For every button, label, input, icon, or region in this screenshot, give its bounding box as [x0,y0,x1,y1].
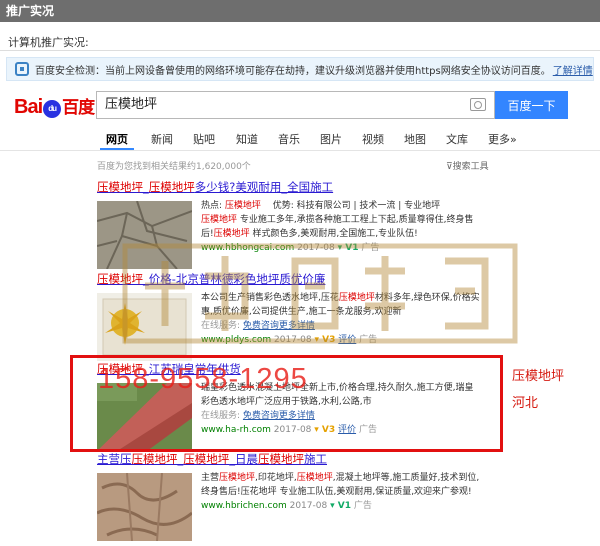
caption: 计算机推广实况: [8,36,89,49]
keyword-highlight: 压模地坪 [213,229,250,239]
result-item: 压模地坪_压模地坪多少钱?美观耐用_全国施工 热点: 压模地坪 优势: 科技有限… [97,179,507,275]
result-date: 2017-08 [289,501,328,511]
keyword-highlight: 压模地坪 [258,452,304,466]
keyword-highlight: 压模地坪 [219,473,256,483]
phone-overlay: 158-9558-1295 [98,363,308,395]
result-item: 压模地坪_价格-北京普林德彩色地坪质优价廉 本公司生产销售彩色透水地坪,压花压模… [97,271,507,367]
tab-tieba[interactable]: 贴吧 [193,131,215,147]
snippet-line: 惠,质优价廉,公司提供生产,施工一条龙服务,欢迎新 [201,307,402,317]
tab-wenku[interactable]: 文库 [446,131,468,147]
result-snippet: 热点: 压模地坪 优势: 科技有限公司 | 技术一流 | 专业地坪 压模地坪 专… [201,199,501,255]
page-header: 推广实况 [0,0,600,22]
result-url[interactable]: www.pldys.com [201,335,271,345]
result-title[interactable]: 压模地坪_价格-北京普林德彩色地坪质优价廉 [97,271,507,287]
search-button[interactable]: 百度一下 [495,91,568,119]
service-label: 在线服务: [201,321,241,331]
learn-more-link[interactable]: 了解详情 [553,62,593,77]
tab-music[interactable]: 音乐 [278,131,300,147]
baidu-screenshot: 百度安全检测：当前上网设备曾使用的网络环境可能存在劫持，建议升级浏览器并使用ht… [0,50,600,546]
result-url-row: www.hbrichen.com 2017-08 ▾ V1 广告 [201,499,501,513]
keyword-highlight: 压模地坪 [338,293,375,303]
result-title[interactable]: 主营压压模地坪_压模地坪_日晨压模地坪施工 [97,451,507,467]
verified-icon[interactable]: ▾ V3 [315,335,336,345]
snippet-line: 压模地坪 专业施工多年,承揽各种施工工程上下起,质量尊得住,终身售 [201,215,474,225]
snippet-line: 主营压模地坪,印花地坪,压模地坪,混凝土地坪等,施工质量好,技术到位, [201,473,480,483]
ad-label: 广告 [359,335,378,345]
logo-text-right: 百度 [62,98,95,117]
snippet-line: 热点: 压模地坪 优势: 科技有限公司 | 技术一流 | 专业地坪 [201,201,441,211]
keyword-highlight: 压模地坪 [97,180,143,194]
result-url[interactable]: www.hbhongcai.com [201,243,294,253]
result-item: 主营压压模地坪_压模地坪_日晨压模地坪施工 主营压模地坪,印花地坪,压模地坪,混… [97,451,507,546]
result-url-row: www.pldys.com 2017-08 ▾ V3 评价 广告 [201,333,501,347]
keyword-highlight: 压模地坪 [296,473,333,483]
result-snippet: 本公司生产销售彩色透水地坪,压花压模地坪材料多年,绿色环保,价格实 惠,质优价廉… [201,291,501,347]
security-warning: 百度安全检测：当前上网设备曾使用的网络环境可能存在劫持，建议升级浏览器并使用ht… [6,57,594,81]
search-row: Bai du 百度 压模地坪 百度一下 [0,87,600,123]
camera-icon[interactable] [470,98,486,111]
review-link[interactable]: 评价 [338,335,356,345]
tab-news[interactable]: 新闻 [151,131,173,147]
search-tabs: 网页 新闻 贴吧 知道 音乐 图片 视频 地图 文库 更多» [0,127,600,151]
tab-maps[interactable]: 地图 [404,131,426,147]
snippet-line: 后!压模地坪 样式颜色多,美观耐用,全国施工,专业队伍! [201,229,418,239]
result-thumbnail[interactable] [97,201,192,269]
result-url[interactable]: www.hbrichen.com [201,501,287,511]
search-tools[interactable]: ⊽搜索工具 [446,159,489,172]
tab-video[interactable]: 视频 [362,131,384,147]
keyword-highlight: 压模地坪 [201,215,238,225]
search-input[interactable]: 压模地坪 [96,91,495,119]
header-title: 推广实况 [6,4,55,18]
tab-zhidao[interactable]: 知道 [236,131,258,147]
tab-more[interactable]: 更多» [488,131,517,147]
snippet-line: 终身售后!压花地坪 专业施工队伍,美观耐用,保证质量,欢迎来广参观! [201,487,472,497]
service-row: 在线服务: 免费咨询更多详情 [201,319,501,333]
ad-label: 广告 [361,243,380,253]
result-thumbnail[interactable] [97,473,192,541]
paw-icon: du [43,100,62,118]
logo-text-left: Bai [14,96,43,118]
verified-icon[interactable]: ▾ V1 [330,501,351,511]
tab-images[interactable]: 图片 [320,131,342,147]
result-count: 百度为您找到相关结果约1,620,000个 [97,162,251,172]
tab-web[interactable]: 网页 [100,131,134,150]
filter-icon: ⊽ [446,162,453,172]
warning-text: 百度安全检测：当前上网设备曾使用的网络环境可能存在劫持，建议升级浏览器并使用ht… [35,65,551,77]
side-label-product: 压模地坪 [512,369,565,384]
result-date: 2017-08 [274,335,312,345]
result-title[interactable]: 压模地坪_压模地坪多少钱?美观耐用_全国施工 [97,179,507,195]
verified-icon[interactable]: ▾ V1 [338,243,359,253]
result-date: 2017-08 [297,243,335,253]
keyword-highlight: 压模地坪 [131,452,178,466]
baidu-logo[interactable]: Bai du 百度 [14,93,95,119]
search-tools-label: 搜索工具 [452,162,489,172]
side-label-region: 河北 [512,396,539,411]
snippet-line: 本公司生产销售彩色透水地坪,压花压模地坪材料多年,绿色环保,价格实 [201,293,480,303]
ad-label: 广告 [353,501,372,511]
keyword-highlight: 压模地坪 [224,201,261,211]
keyword-highlight: 压模地坪 [148,180,195,194]
keyword-highlight: 压模地坪 [183,452,230,466]
result-snippet: 主营压模地坪,印花地坪,压模地坪,混凝土地坪等,施工质量好,技术到位, 终身售后… [201,471,501,513]
keyword-highlight: 压模地坪 [97,272,143,286]
service-link[interactable]: 免费咨询更多详情 [243,321,315,331]
result-thumbnail[interactable] [97,293,192,361]
shield-icon [15,62,29,76]
result-url-row: www.hbhongcai.com 2017-08 ▾ V1 广告 [201,241,501,255]
